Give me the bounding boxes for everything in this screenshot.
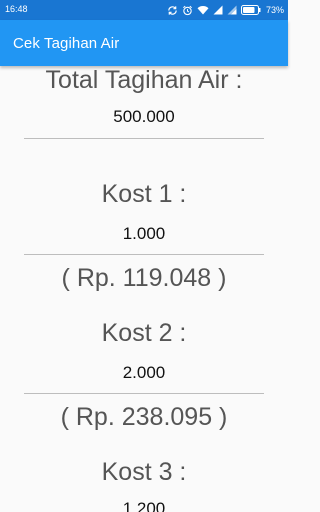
sync-icon	[167, 5, 178, 16]
kost-value: 1.000	[122, 224, 166, 243]
divider	[24, 393, 264, 394]
kost-amount: ( Rp. 238.095 )	[60, 403, 228, 431]
kost-value: 1.200	[122, 499, 166, 512]
total-label: Total Tagihan Air :	[45, 66, 243, 94]
alarm-icon	[182, 5, 193, 16]
divider	[24, 138, 264, 139]
status-time: 16:48	[5, 4, 28, 14]
app-title: Cek Tagihan Air	[13, 35, 120, 52]
app-bar: Cek Tagihan Air	[0, 20, 288, 66]
kost-label: Kost 2 :	[101, 319, 187, 347]
signal-icon	[227, 5, 237, 15]
bill-content[interactable]: Total Tagihan Air : 500.000 Kost 1 : 1.0…	[0, 66, 288, 512]
kost-label: Kost 3 :	[101, 458, 187, 486]
status-bar: 16:48 73%	[0, 0, 288, 20]
divider	[24, 254, 264, 255]
total-value: 500.000	[113, 107, 175, 126]
signal-icon	[213, 5, 223, 15]
battery-percent: 73%	[265, 5, 284, 15]
wifi-icon	[197, 5, 209, 15]
kost-amount: ( Rp. 119.048 )	[61, 264, 227, 292]
status-icons: 73%	[167, 3, 284, 17]
kost-label: Kost 1 :	[101, 180, 187, 208]
kost-value: 2.000	[122, 363, 166, 382]
battery-icon	[240, 5, 261, 15]
